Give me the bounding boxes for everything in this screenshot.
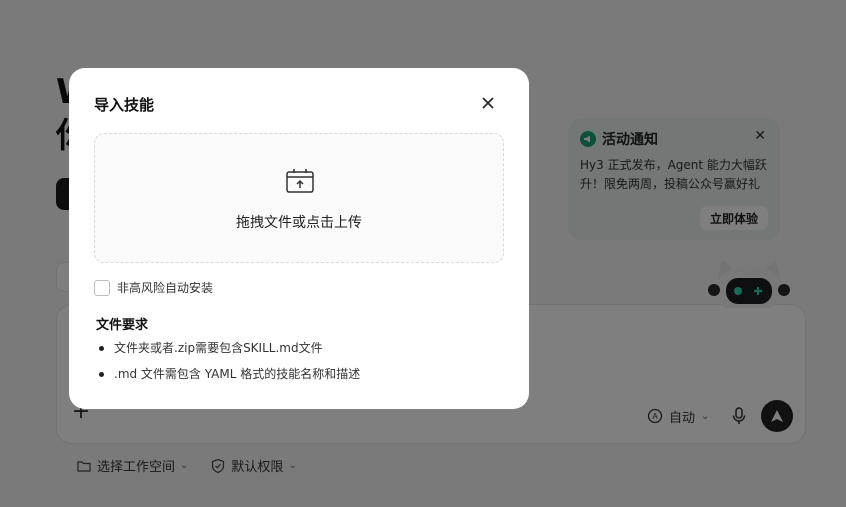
upload-calendar-icon (286, 169, 314, 193)
auto-install-option[interactable]: 非高风险自动安装 (94, 279, 213, 296)
dropzone-label: 拖拽文件或点击上传 (236, 215, 362, 231)
dialog-title: 导入技能 (94, 96, 155, 114)
file-dropzone[interactable]: 拖拽文件或点击上传 (94, 133, 504, 263)
import-skill-dialog: 导入技能 拖拽文件或点击上传 非高风险自动安装 文件要求 文件夹或者.zip需要… (69, 68, 529, 409)
requirements-list: 文件夹或者.zip需要包含SKILL.md文件 .md 文件需包含 YAML 格… (97, 339, 360, 391)
requirement-item: 文件夹或者.zip需要包含SKILL.md文件 (97, 339, 360, 365)
close-icon[interactable] (479, 94, 497, 112)
requirements-title: 文件要求 (96, 318, 149, 333)
auto-install-label: 非高风险自动安装 (117, 281, 214, 295)
requirement-item: .md 文件需包含 YAML 格式的技能名称和描述 (97, 365, 360, 391)
auto-install-checkbox[interactable] (94, 279, 110, 296)
